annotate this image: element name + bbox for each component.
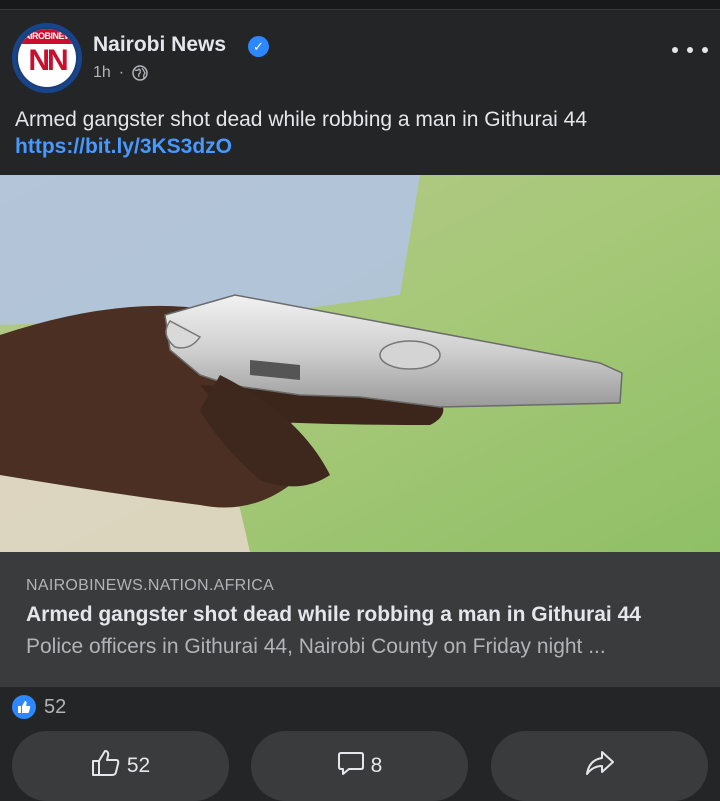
more-dot (687, 47, 693, 53)
meta-separator: · (118, 64, 125, 81)
comment-icon (337, 749, 365, 783)
like-reaction-icon (12, 695, 36, 719)
post-header: NAIROBINEWS NN Nairobi News ✓ 1h · (0, 10, 720, 100)
like-button[interactable]: 52 (12, 731, 229, 801)
preview-headline[interactable]: Armed gangster shot dead while robbing a… (26, 603, 641, 627)
post-meta: 1h · (93, 64, 148, 82)
verified-badge-icon: ✓ (248, 36, 269, 57)
preview-description: Police officers in Githurai 44, Nairobi … (26, 635, 606, 658)
share-icon (585, 750, 615, 782)
globe-icon (132, 65, 148, 81)
post-image[interactable] (0, 175, 720, 552)
comment-count: 8 (370, 754, 383, 777)
more-options-icon[interactable] (672, 40, 708, 60)
reaction-summary[interactable]: 52 (12, 695, 66, 719)
page-name[interactable]: Nairobi News (93, 33, 226, 57)
top-divider (0, 0, 720, 10)
post-time[interactable]: 1h (93, 64, 111, 82)
thumbs-up-icon (91, 749, 121, 783)
post-caption: Armed gangster shot dead while robbing a… (15, 108, 588, 131)
preview-domain: NAIROBINEWS.NATION.AFRICA (26, 577, 275, 594)
share-button[interactable] (491, 731, 708, 801)
more-dot (702, 47, 708, 53)
nairobi-news-logo: NAIROBINEWS NN (18, 29, 76, 87)
logo-text: NAIROBINEWS (18, 29, 76, 44)
reaction-count: 52 (44, 695, 67, 718)
logo-mark: NN (28, 44, 68, 77)
more-dot (672, 47, 678, 53)
comment-button[interactable]: 8 (251, 731, 468, 801)
like-count: 52 (126, 754, 151, 777)
post-link[interactable]: https://bit.ly/3KS3dzO (15, 135, 232, 159)
page-avatar[interactable]: NAIROBINEWS NN (12, 23, 82, 93)
